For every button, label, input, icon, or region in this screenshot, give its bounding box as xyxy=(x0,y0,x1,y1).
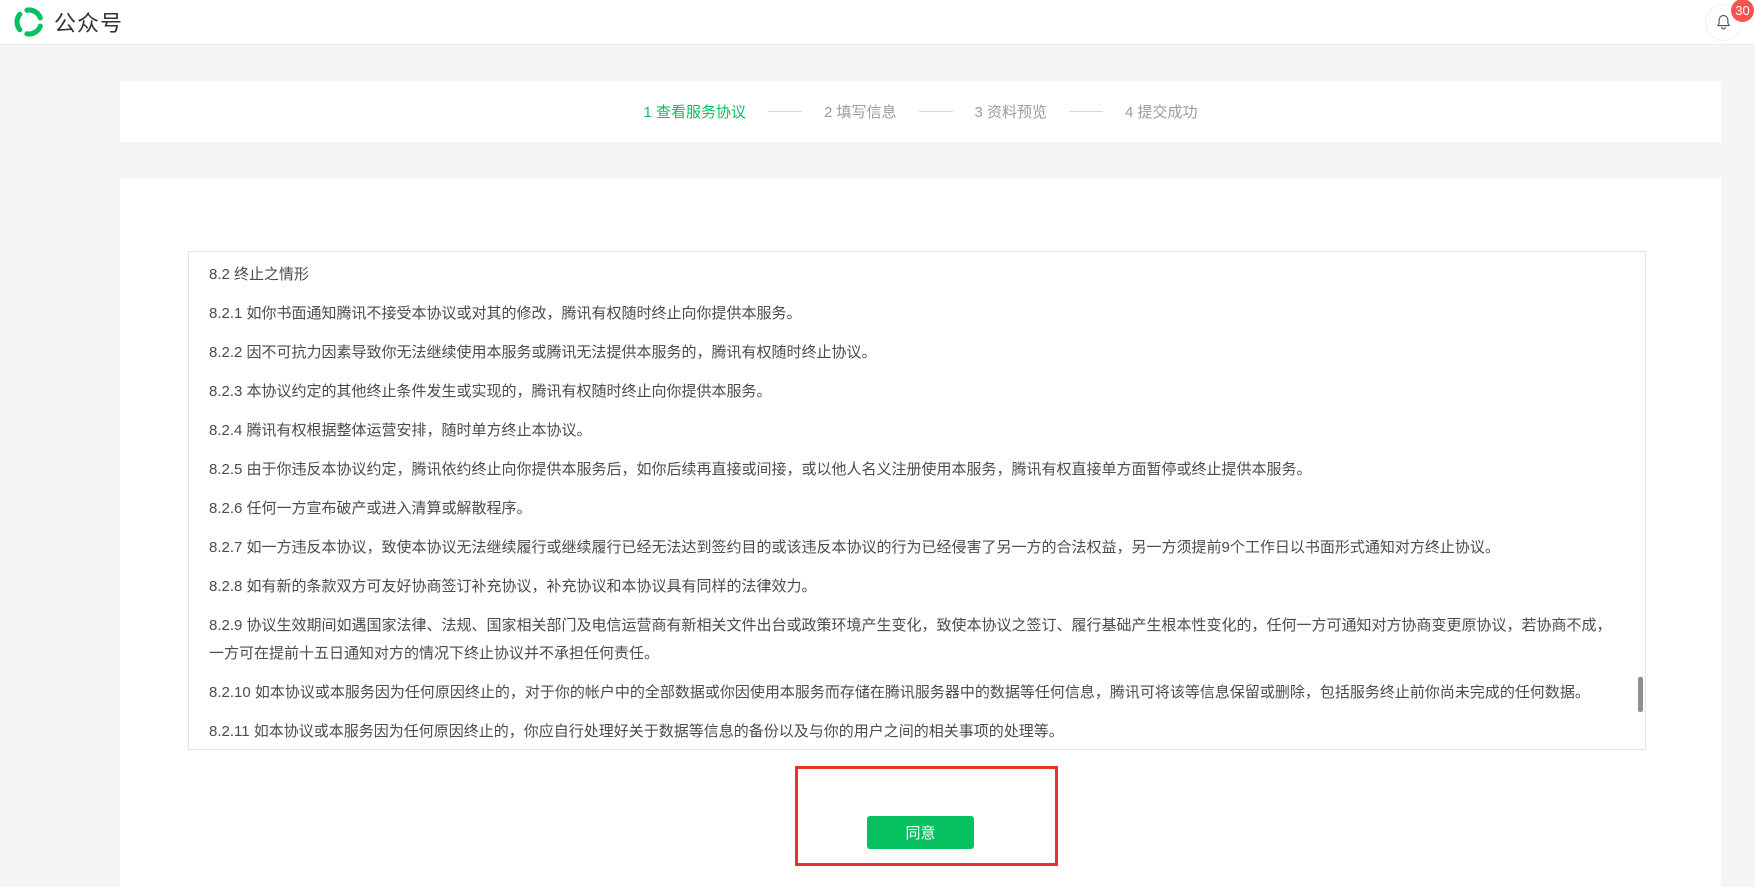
agreement-card: 8.2 终止之情形 8.2.1 如你书面通知腾讯不接受本协议或对其的修改，腾讯有… xyxy=(120,179,1721,887)
agreement-paragraph: 8.2.11 如本协议或本服务因为任何原因终止的，你应自行处理好关于数据等信息的… xyxy=(209,718,1625,746)
notification-bell-button[interactable]: 30 xyxy=(1705,4,1742,41)
agreement-paragraph: 8.2.1 如你书面通知腾讯不接受本协议或对其的修改，腾讯有权随时终止向你提供本… xyxy=(209,300,1625,328)
top-header: 公众号 30 xyxy=(0,0,1755,45)
step-connector xyxy=(768,111,802,112)
agreement-paragraph: 8.2.5 由于你违反本协议约定，腾讯依约终止向你提供本服务后，如你后续再直接或… xyxy=(209,456,1625,484)
wechat-official-account-logo-icon xyxy=(14,7,44,37)
progress-stepper: 1 查看服务协议 2 填写信息 3 资料预览 4 提交成功 xyxy=(120,81,1721,142)
step-connector xyxy=(919,111,953,112)
agreement-paragraph: 8.2.10 如本协议或本服务因为任何原因终止的，对于你的帐户中的全部数据或你因… xyxy=(209,679,1625,707)
step-fill-info: 2 填写信息 xyxy=(824,101,897,122)
agreement-scroll-area[interactable]: 8.2 终止之情形 8.2.1 如你书面通知腾讯不接受本协议或对其的修改，腾讯有… xyxy=(188,251,1646,750)
step-material-preview: 3 资料预览 xyxy=(975,101,1048,122)
bell-icon xyxy=(1714,12,1733,33)
brand-title: 公众号 xyxy=(54,6,123,38)
agree-button[interactable]: 同意 xyxy=(867,816,974,849)
step-view-agreement: 1 查看服务协议 xyxy=(643,101,746,122)
agreement-paragraph: 8.2.8 如有新的条款双方可友好协商签订补充协议，补充协议和本协议具有同样的法… xyxy=(209,573,1625,601)
agreement-paragraph: 8.2.2 因不可抗力因素导致你无法继续使用本服务或腾讯无法提供本服务的，腾讯有… xyxy=(209,339,1625,367)
agreement-paragraph: 8.2.6 任何一方宣布破产或进入清算或解散程序。 xyxy=(209,495,1625,523)
step-connector xyxy=(1069,111,1103,112)
scrollbar-thumb[interactable] xyxy=(1638,677,1643,712)
agreement-section-heading: 8.2 终止之情形 xyxy=(209,261,1625,289)
brand: 公众号 xyxy=(14,6,123,38)
agreement-paragraph: 8.2.3 本协议约定的其他终止条件发生或实现的，腾讯有权随时终止向你提供本服务… xyxy=(209,378,1625,406)
agreement-paragraph: 8.2.7 如一方违反本协议，致使本协议无法继续履行或继续履行已经无法达到签约目… xyxy=(209,534,1625,562)
notification-badge: 30 xyxy=(1731,0,1754,22)
agreement-paragraph: 8.2.4 腾讯有权根据整体运营安排，随时单方终止本协议。 xyxy=(209,417,1625,445)
agreement-paragraph: 8.2.9 协议生效期间如遇国家法律、法规、国家相关部门及电信运营商有新相关文件… xyxy=(209,612,1625,668)
step-submit-success: 4 提交成功 xyxy=(1125,101,1198,122)
